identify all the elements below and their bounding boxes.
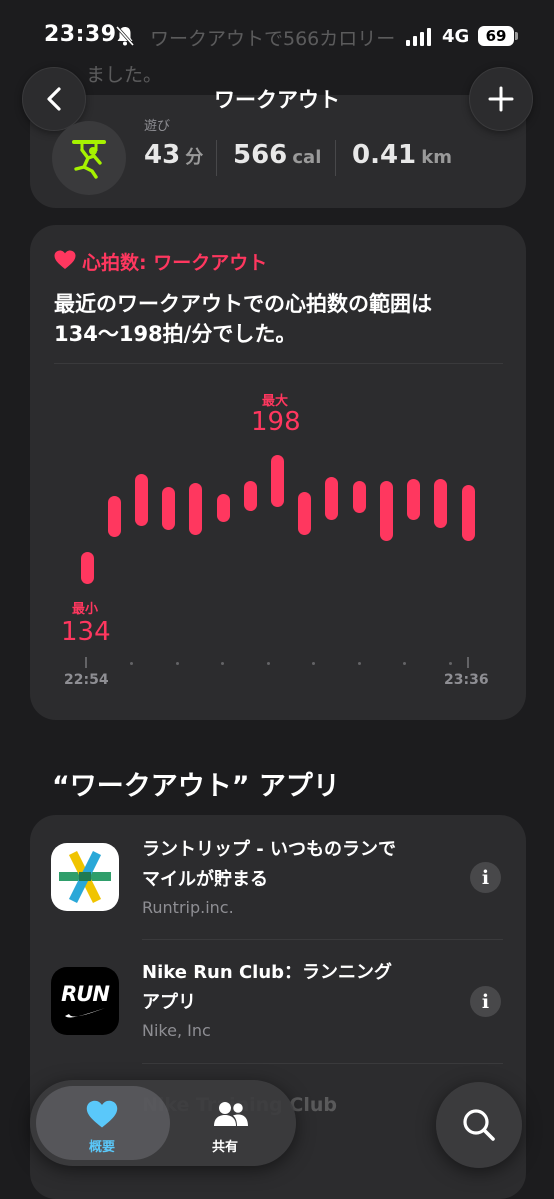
- duration-stat: 43 分: [144, 140, 203, 170]
- battery-icon: 69: [478, 26, 518, 46]
- row-divider: [142, 939, 503, 940]
- behind-notification-line2: ました。: [86, 64, 163, 86]
- apps-section-title: “ワークアウト” アプリ: [52, 771, 340, 802]
- activity-type: 遊び: [144, 119, 171, 134]
- runtrip-app-icon: [51, 843, 119, 911]
- distance-value: 0.41: [352, 140, 417, 170]
- calories-unit: cal: [292, 147, 322, 168]
- play-activity-icon: [52, 121, 126, 195]
- app-developer: Runtrip.inc.: [142, 898, 234, 917]
- search-button[interactable]: [436, 1082, 522, 1168]
- info-button[interactable]: i: [470, 986, 501, 1017]
- tab-sharing-label: 共有: [212, 1140, 239, 1155]
- swoosh-icon: [65, 1008, 105, 1018]
- duration-value: 43: [144, 140, 181, 170]
- max-value: 198: [251, 407, 301, 437]
- plus-icon: [488, 86, 514, 112]
- bell-muted-icon: [115, 26, 135, 51]
- heart-rate-description: 最近のワークアウトでの心拍数の範囲は134〜198拍/分でした。: [54, 292, 432, 346]
- heart-tab-icon: [86, 1100, 118, 1133]
- app-name-line1: Nike Run Club：ランニング: [142, 962, 393, 983]
- stat-divider: [216, 140, 217, 176]
- nike-run-club-app-icon: RUN: [51, 967, 119, 1035]
- min-label: 最小: [72, 602, 99, 617]
- heart-icon: [54, 250, 76, 274]
- start-tick: [85, 657, 87, 668]
- people-icon: [214, 1100, 248, 1132]
- start-time-label: 22:54: [64, 672, 109, 688]
- app-name-line1: ラントリップ - いつものランで: [142, 839, 397, 860]
- calories-value: 566: [233, 140, 288, 170]
- status-time: 23:39: [44, 22, 117, 47]
- nike-logo-text: RUN: [61, 982, 110, 1006]
- calories-stat: 566 cal: [233, 140, 321, 170]
- app-name-line2: アプリ: [142, 992, 196, 1013]
- battery-level: 69: [485, 27, 507, 45]
- end-time-label: 23:36: [444, 672, 489, 688]
- distance-stat: 0.41 km: [352, 140, 452, 170]
- duration-unit: 分: [185, 147, 204, 168]
- stat-divider: [335, 140, 336, 176]
- network-type: 4G: [442, 26, 470, 47]
- card-divider: [54, 363, 503, 364]
- info-icon: i: [481, 990, 490, 1013]
- min-value: 134: [61, 617, 111, 647]
- heart-rate-title: 心拍数: ワークアウト: [82, 252, 268, 274]
- end-tick: [467, 657, 469, 668]
- add-button[interactable]: [469, 67, 533, 131]
- search-icon: [463, 1109, 495, 1141]
- tab-summary-label: 概要: [89, 1140, 116, 1155]
- info-button[interactable]: i: [470, 862, 501, 893]
- row-divider: [142, 1063, 503, 1064]
- app-name-line2: マイルが貯まる: [142, 869, 268, 890]
- info-icon: i: [481, 866, 490, 889]
- distance-unit: km: [421, 147, 452, 168]
- behind-notification-line1: ワークアウトで566カロリー: [150, 28, 396, 50]
- app-developer: Nike, Inc: [142, 1021, 211, 1040]
- cellular-signal-icon: [406, 28, 431, 46]
